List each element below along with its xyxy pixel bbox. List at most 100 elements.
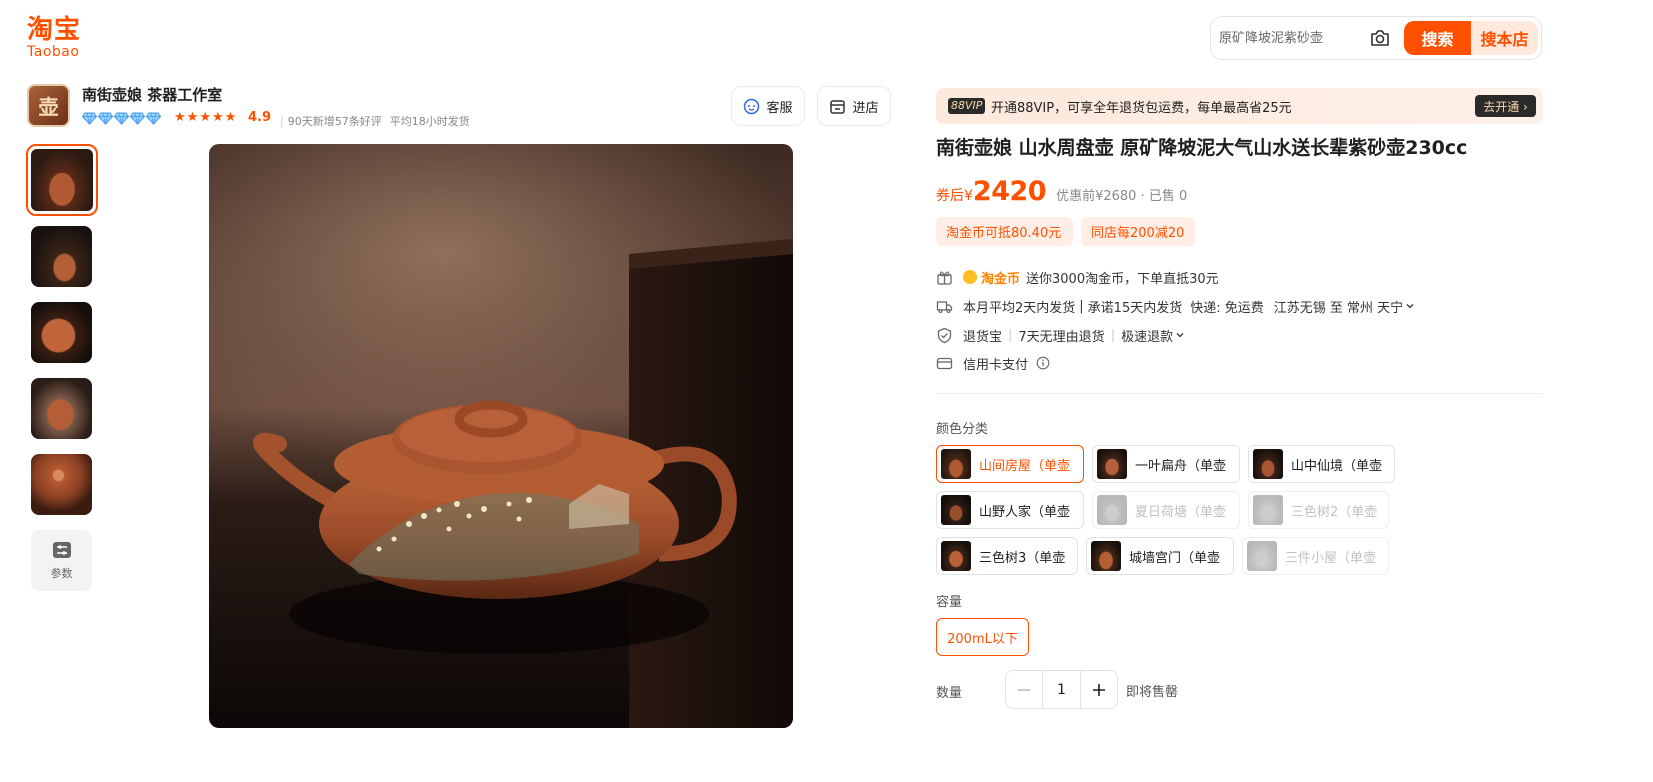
coupon-shop[interactable]: 同店每200减20 — [1081, 217, 1195, 246]
color-option[interactable]: 一叶扁舟（单壶 — [1092, 445, 1240, 483]
customer-service-button[interactable]: 客服 — [731, 86, 805, 126]
capacity-label: 容量 — [936, 595, 963, 610]
ship-promise: 承诺15天内发货 — [1087, 300, 1183, 316]
option-swatch — [1253, 449, 1283, 479]
option-label: 三件小屋（单壶 — [1285, 550, 1377, 566]
diamond-icon — [146, 112, 161, 125]
price-block: 券后¥ 2420 优惠前¥2680 · 已售 0 — [936, 176, 1187, 207]
logo-en: Taobao — [27, 44, 80, 60]
info-icon[interactable] — [1036, 356, 1050, 370]
color-option[interactable]: 山中仙境（单壶 — [1248, 445, 1395, 483]
main-product-image[interactable] — [209, 144, 793, 728]
teapot-photo — [209, 144, 793, 728]
return-7day: 7天无理由退货 — [1018, 329, 1105, 345]
shop-avatar[interactable]: 壶 — [27, 84, 70, 127]
minus-icon — [1017, 688, 1030, 691]
star-icon: ★ — [186, 110, 199, 125]
diamond-icon — [114, 112, 129, 125]
stock-note: 即将售罄 — [1126, 685, 1179, 700]
store-icon — [830, 99, 846, 114]
star-icon: ★ — [199, 110, 211, 125]
gallery-thumbnail[interactable] — [31, 302, 92, 363]
color-option[interactable]: 山间房屋（单壶 — [936, 445, 1084, 483]
gallery-thumbnail[interactable] — [31, 226, 92, 287]
enter-shop-button[interactable]: 进店 — [817, 86, 891, 126]
price-prefix: 券后¥ — [936, 188, 973, 204]
return-row[interactable]: 退货宝 | 7天无理由退货 | 极速退款 — [936, 325, 1185, 345]
logo-cn: 淘宝 — [27, 15, 82, 45]
plus-icon — [1093, 683, 1106, 696]
chevron-down-icon[interactable] — [1405, 301, 1415, 311]
coupon-coin[interactable]: 淘金币可抵80.40元 — [936, 217, 1073, 246]
ship-route: 江苏无锡 至 常州 天宁 — [1273, 300, 1404, 316]
color-option: 三件小屋（单壶 — [1242, 537, 1389, 575]
shop-rating-score: 4.9 — [248, 110, 272, 125]
option-label: 三色树2（单壶 — [1291, 504, 1378, 520]
truck-icon — [936, 300, 953, 313]
option-label: 山间房屋（单壶 — [979, 458, 1071, 474]
credit-card-icon — [936, 357, 953, 369]
service-label: 客服 — [766, 100, 793, 116]
star-icon: ★ — [224, 110, 237, 125]
option-label: 山中仙境（单壶 — [1291, 458, 1383, 474]
color-option[interactable]: 三色树3（单壶 — [936, 537, 1078, 575]
camera-icon[interactable] — [1369, 28, 1391, 48]
shipping-row[interactable]: 本月平均2天内发货 | 承诺15天内发货 快递: 免运费 江苏无锡 至 常州 天… — [936, 296, 1415, 316]
coin-icon — [963, 270, 977, 284]
option-label: 山野人家（单壶 — [979, 504, 1071, 520]
shield-icon — [937, 327, 952, 343]
capacity-option[interactable]: 200mL以下 — [936, 618, 1029, 656]
gallery-thumbnail[interactable] — [31, 378, 92, 439]
coin-badge-label: 淘金币 — [981, 271, 1021, 287]
shop-name[interactable]: 南街壶娘 茶器工作室 — [82, 84, 222, 105]
credit-row: 信用卡支付 — [936, 353, 1050, 373]
vip-open-button[interactable]: 去开通 › — [1475, 95, 1536, 117]
color-option[interactable]: 山野人家（单壶 — [936, 491, 1084, 529]
option-swatch — [941, 449, 971, 479]
color-label: 颜色分类 — [936, 422, 989, 437]
gift-icon — [937, 270, 952, 285]
plus-button[interactable] — [1080, 671, 1117, 708]
option-label: 三色树3（单壶 — [979, 550, 1066, 566]
diamond-icon — [98, 112, 113, 125]
return-fast-refund: 极速退款 — [1121, 329, 1174, 345]
chevron-down-icon[interactable] — [1175, 330, 1185, 340]
star-icon: ★ — [174, 110, 186, 125]
search-input[interactable] — [1219, 25, 1369, 51]
coin-row: 淘金币 送你3000淘金币，下单直抵30元 — [936, 267, 1219, 287]
option-label: 夏日荷塘（单壶 — [1135, 504, 1227, 520]
vip-text: 开通88VIP，可享全年退货包运费，每单最高省25元 — [991, 101, 1292, 116]
option-swatch — [941, 541, 971, 571]
gallery-thumbnail[interactable] — [31, 454, 92, 515]
search-shop-button[interactable]: 搜本店 — [1471, 21, 1538, 55]
search-button[interactable]: 搜索 — [1404, 21, 1471, 55]
price-value: 2420 — [972, 176, 1047, 207]
coin-badge: 淘金币 — [963, 268, 1020, 287]
quantity-stepper: 1 — [1005, 670, 1118, 709]
option-swatch — [1097, 495, 1127, 525]
shop-stat-reviews: 90天新增57条好评 — [287, 115, 382, 128]
star-icon: ★ — [211, 110, 224, 125]
service-icon — [744, 98, 760, 114]
option-swatch — [941, 495, 971, 525]
enter-shop-label: 进店 — [852, 100, 879, 116]
color-option: 三色树2（单壶 — [1248, 491, 1389, 529]
params-button[interactable]: 参数 — [31, 530, 92, 591]
quantity-value[interactable]: 1 — [1043, 671, 1081, 708]
vip-banner: 88VIP 开通88VIP，可享全年退货包运费，每单最高省25元 去开通 › — [936, 88, 1543, 124]
shop-stat-shipping: 平均18小时发货 — [389, 115, 470, 128]
shop-stats: | 90天新增57条好评 平均18小时发货 — [280, 115, 470, 128]
credit-text: 信用卡支付 — [963, 357, 1029, 373]
color-option[interactable]: 城墙宫门（单壶 — [1086, 537, 1234, 575]
price-original: 优惠前¥2680 · 已售 0 — [1056, 189, 1188, 204]
product-title: 南街壶娘 山水周盘壶 原矿降坡泥大气山水送长辈紫砂壶230cc — [936, 137, 1468, 159]
shop-avatar-char: 壶 — [38, 95, 59, 119]
option-label: 城墙宫门（单壶 — [1129, 550, 1221, 566]
shop-star-rating: ★ ★ ★ ★ ★ — [174, 111, 236, 125]
option-swatch — [1253, 495, 1283, 525]
option-label: 一叶扁舟（单壶 — [1135, 458, 1227, 474]
taobao-logo[interactable]: 淘宝 Taobao — [27, 15, 97, 61]
gallery-thumbnail[interactable] — [26, 144, 98, 216]
params-label: 参数 — [50, 566, 73, 580]
minus-button[interactable] — [1006, 671, 1043, 708]
